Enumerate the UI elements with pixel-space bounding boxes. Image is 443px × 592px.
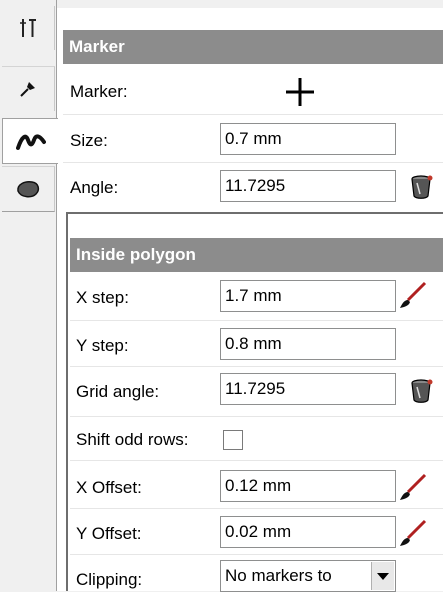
x-step-brush-button[interactable] (398, 280, 427, 308)
row-divider (63, 162, 443, 163)
grid-angle-field[interactable] (220, 373, 396, 405)
tab-area[interactable] (2, 166, 55, 212)
paint-bucket-icon (408, 379, 436, 408)
row-divider (70, 416, 443, 417)
pin-icon (18, 79, 38, 99)
row-divider (70, 508, 443, 509)
clipping-selected-value: No markers to (225, 566, 332, 585)
brush-icon (398, 473, 428, 506)
tools-icon (18, 17, 38, 39)
y-step-field[interactable] (220, 328, 396, 360)
brush-icon (398, 519, 428, 552)
x-offset-label: X Offset: (76, 478, 142, 497)
grid-angle-bucket-button[interactable] (408, 376, 436, 404)
angle-bucket-button[interactable] (408, 172, 436, 200)
x-offset-field[interactable] (220, 470, 396, 502)
angle-label: Angle: (70, 178, 119, 197)
y-offset-label: Y Offset: (76, 524, 142, 543)
grid-angle-label: Grid angle: (76, 382, 160, 401)
y-offset-brush-button[interactable] (398, 518, 427, 546)
row-divider (70, 460, 443, 461)
clipping-label: Clipping: (76, 570, 143, 589)
size-label: Size: (70, 131, 108, 150)
x-step-field[interactable] (220, 280, 396, 312)
blob-icon (15, 179, 41, 199)
row-divider (70, 320, 443, 321)
clipping-dropdown[interactable]: No markers to (220, 560, 396, 592)
y-offset-field[interactable] (220, 516, 396, 548)
tab-tools[interactable] (2, 6, 55, 50)
angle-field[interactable] (220, 170, 396, 202)
plus-icon (284, 78, 316, 112)
marker-symbol-preview[interactable] (284, 76, 316, 108)
brush-icon (398, 281, 428, 314)
tab-strip (0, 0, 58, 591)
tab-pin[interactable] (2, 66, 55, 111)
stroke-icon (15, 130, 46, 152)
size-field[interactable] (220, 123, 396, 155)
row-divider (70, 554, 443, 555)
dropdown-arrow[interactable] (371, 562, 394, 590)
tab-stroke[interactable] (2, 118, 58, 164)
shift-odd-rows-checkbox[interactable] (223, 430, 243, 450)
shift-odd-rows-label: Shift odd rows: (76, 430, 189, 449)
marker-section-header: Marker (63, 30, 443, 64)
row-divider (70, 366, 443, 367)
marker-label: Marker: (70, 82, 128, 101)
y-step-label: Y step: (76, 336, 129, 355)
x-step-label: X step: (76, 288, 129, 307)
x-offset-brush-button[interactable] (398, 472, 427, 500)
paint-bucket-icon (408, 175, 436, 204)
row-divider (63, 114, 443, 115)
inside-polygon-header: Inside polygon (70, 238, 443, 272)
chevron-down-icon (377, 561, 389, 591)
